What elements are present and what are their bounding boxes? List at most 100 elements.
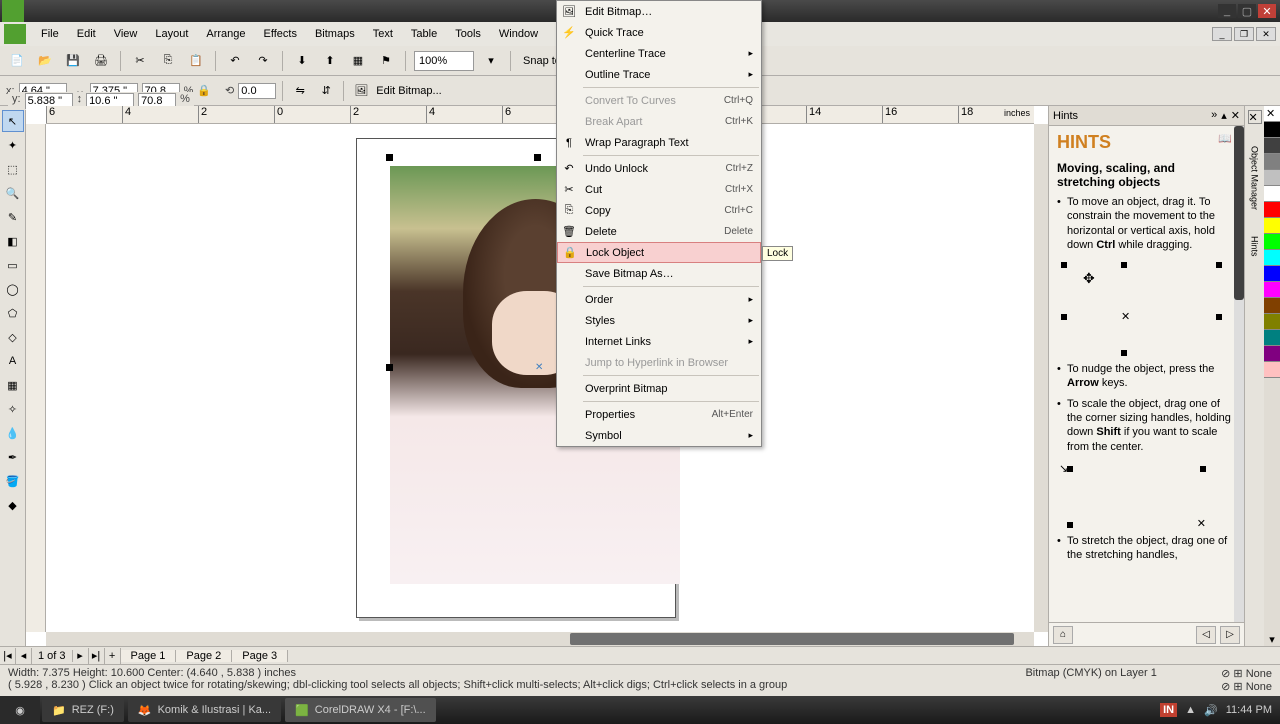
ctx-edit-bitmap-[interactable]: 🖼Edit Bitmap…: [557, 1, 761, 22]
menu-bitmaps[interactable]: Bitmaps: [306, 25, 364, 43]
hints-forward-button[interactable]: ▷: [1220, 626, 1240, 644]
maximize-button[interactable]: ▢: [1238, 4, 1256, 18]
hints-header[interactable]: Hints » ▴ ✕: [1049, 106, 1244, 126]
mdi-restore-button[interactable]: ❐: [1234, 27, 1254, 41]
palette-scroll-down[interactable]: ▾: [1264, 633, 1280, 646]
color-swatch[interactable]: [1264, 298, 1280, 314]
book-icon[interactable]: 📖: [1218, 132, 1232, 145]
pick-tool[interactable]: ↖: [2, 110, 24, 132]
ctx-save-bitmap-as-[interactable]: Save Bitmap As…: [557, 263, 761, 284]
close-docker-icon[interactable]: ✕: [1248, 110, 1262, 124]
ctx-order[interactable]: Order▸: [557, 289, 761, 310]
menu-effects[interactable]: Effects: [255, 25, 306, 43]
ctx-properties[interactable]: PropertiesAlt+Enter: [557, 404, 761, 425]
menu-layout[interactable]: Layout: [146, 25, 197, 43]
object-manager-tab[interactable]: Object Manager: [1248, 142, 1262, 214]
undo-button[interactable]: ↶: [224, 50, 246, 72]
hints-back-button[interactable]: ◁: [1196, 626, 1216, 644]
page-tab-2[interactable]: Page 2: [176, 650, 232, 662]
selection-handle-n[interactable]: [534, 154, 541, 161]
color-swatch[interactable]: [1264, 202, 1280, 218]
ctx-wrap-paragraph-text[interactable]: ¶Wrap Paragraph Text: [557, 132, 761, 153]
color-swatch[interactable]: [1264, 282, 1280, 298]
print-button[interactable]: 🖨: [90, 50, 112, 72]
menu-tools[interactable]: Tools: [446, 25, 490, 43]
system-tray[interactable]: IN ▲ 🔊 11:44 PM: [1152, 703, 1280, 717]
mirror-h-button[interactable]: ⇋: [289, 80, 311, 102]
selection-handle-nw[interactable]: [386, 154, 393, 161]
page-prev-button[interactable]: ◂: [16, 648, 32, 664]
mdi-minimize-button[interactable]: _: [1212, 27, 1232, 41]
table-tool[interactable]: ▦: [2, 374, 24, 396]
zoom-level-input[interactable]: 100%: [414, 51, 474, 71]
ctx-internet-links[interactable]: Internet Links▸: [557, 331, 761, 352]
page-tab-3[interactable]: Page 3: [232, 650, 288, 662]
language-indicator[interactable]: IN: [1160, 703, 1177, 717]
volume-icon[interactable]: 🔊: [1204, 704, 1218, 717]
no-fill-swatch[interactable]: ✕: [1264, 106, 1280, 122]
page-next-button[interactable]: ▸: [73, 648, 89, 664]
minimize-button[interactable]: _: [1218, 4, 1236, 18]
welcome-button[interactable]: ⚑: [375, 50, 397, 72]
edit-bitmap-icon[interactable]: 🖼: [350, 80, 372, 102]
docker-close-button[interactable]: ✕: [1231, 109, 1240, 122]
menu-arrange[interactable]: Arrange: [197, 25, 254, 43]
new-button[interactable]: 📄: [6, 50, 28, 72]
drawing-canvas[interactable]: ✕: [46, 124, 1034, 632]
eyedropper-tool[interactable]: 💧: [2, 422, 24, 444]
ctx-symbol[interactable]: Symbol▸: [557, 425, 761, 446]
taskbar-task[interactable]: 📁REZ (F:): [42, 698, 124, 722]
docker-collapse-button[interactable]: »: [1211, 109, 1217, 122]
lock-ratio-icon[interactable]: 🔒: [197, 84, 211, 97]
selection-handle-w[interactable]: [386, 364, 393, 371]
selection-center-icon[interactable]: ✕: [535, 362, 543, 373]
ruler-horizontal[interactable]: 642024681012141618: [46, 106, 1034, 124]
open-button[interactable]: 📂: [34, 50, 56, 72]
rectangle-tool[interactable]: ▭: [2, 254, 24, 276]
fill-tool[interactable]: 🪣: [2, 470, 24, 492]
ctx-outline-trace[interactable]: Outline Trace▸: [557, 64, 761, 85]
page-tab-1[interactable]: Page 1: [121, 650, 177, 662]
zoom-tool[interactable]: 🔍: [2, 182, 24, 204]
interactive-tool[interactable]: ✧: [2, 398, 24, 420]
smart-fill-tool[interactable]: ◧: [2, 230, 24, 252]
hints-scrollbar[interactable]: [1234, 126, 1244, 622]
rotation-input[interactable]: [238, 83, 276, 99]
menu-file[interactable]: File: [32, 25, 68, 43]
basic-shapes-tool[interactable]: ◇: [2, 326, 24, 348]
color-swatch[interactable]: [1264, 314, 1280, 330]
color-swatch[interactable]: [1264, 138, 1280, 154]
text-tool[interactable]: A: [2, 350, 24, 372]
ctx-undo-unlock[interactable]: ↶Undo UnlockCtrl+Z: [557, 158, 761, 179]
ctx-lock-object[interactable]: 🔒Lock Object: [557, 242, 761, 263]
ctx-copy[interactable]: ⎘CopyCtrl+C: [557, 200, 761, 221]
mdi-close-button[interactable]: ✕: [1256, 27, 1276, 41]
menu-table[interactable]: Table: [402, 25, 446, 43]
color-swatch[interactable]: [1264, 346, 1280, 362]
color-swatch[interactable]: [1264, 186, 1280, 202]
menu-window[interactable]: Window: [490, 25, 547, 43]
app-launcher-button[interactable]: ▦: [347, 50, 369, 72]
hints-side-tab[interactable]: Hints: [1248, 232, 1262, 261]
fill-none-icon[interactable]: ⊘ ⊞: [1221, 668, 1246, 680]
copy-button[interactable]: ⎘: [157, 50, 179, 72]
ctx-cut[interactable]: ✂CutCtrl+X: [557, 179, 761, 200]
ctx-styles[interactable]: Styles▸: [557, 310, 761, 331]
color-swatch[interactable]: [1264, 266, 1280, 282]
taskbar-task[interactable]: 🦊Komik & Ilustrasi | Ka...: [128, 698, 281, 722]
interactive-fill-tool[interactable]: ◆: [2, 494, 24, 516]
ctx-quick-trace[interactable]: ⚡Quick Trace: [557, 22, 761, 43]
shape-tool[interactable]: ✦: [2, 134, 24, 156]
save-button[interactable]: 💾: [62, 50, 84, 72]
outline-tool[interactable]: ✒: [2, 446, 24, 468]
export-button[interactable]: ⬆: [319, 50, 341, 72]
color-swatch[interactable]: [1264, 170, 1280, 186]
ctx-delete[interactable]: 🗑DeleteDelete: [557, 221, 761, 242]
ellipse-tool[interactable]: ◯: [2, 278, 24, 300]
menu-view[interactable]: View: [105, 25, 147, 43]
ctx-overprint-bitmap[interactable]: Overprint Bitmap: [557, 378, 761, 399]
color-swatch[interactable]: [1264, 250, 1280, 266]
color-swatch[interactable]: [1264, 234, 1280, 250]
paste-button[interactable]: 📋: [185, 50, 207, 72]
page-add-button[interactable]: +: [105, 648, 121, 664]
